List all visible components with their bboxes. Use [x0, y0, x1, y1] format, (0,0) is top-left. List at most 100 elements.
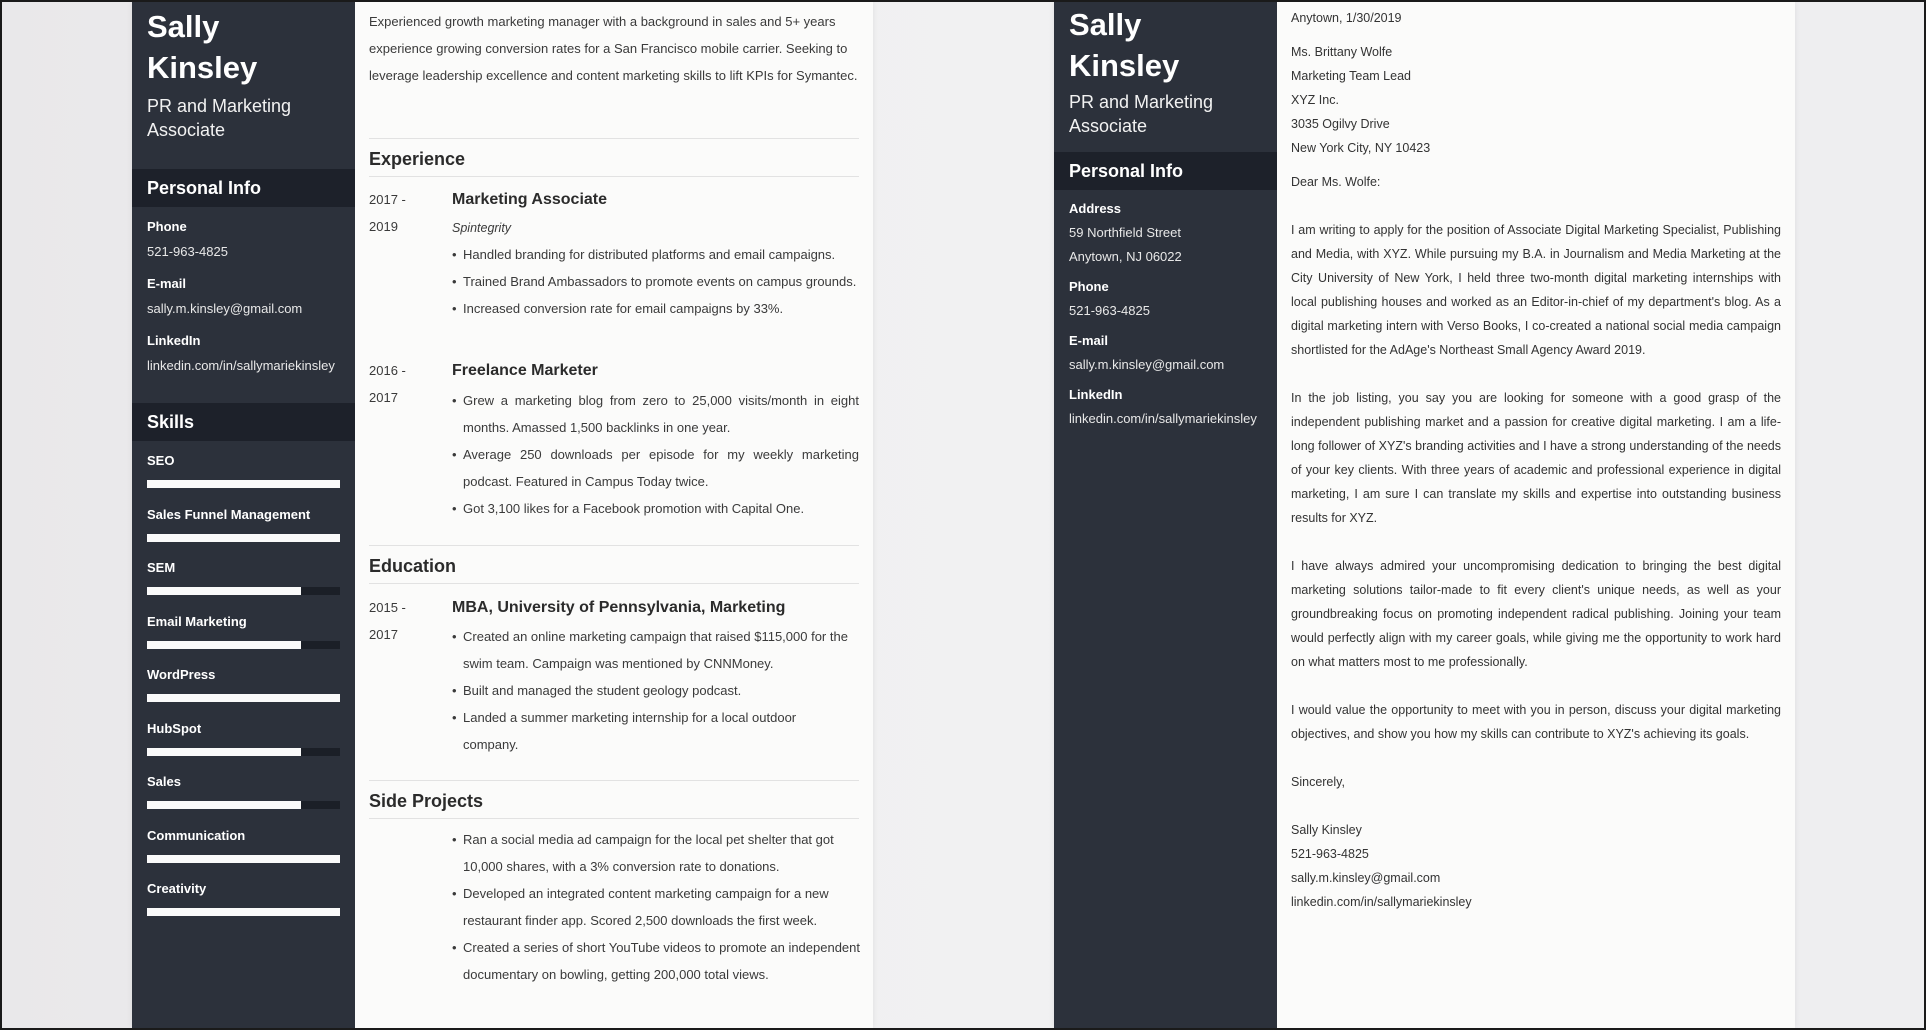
cover-letter-body: Anytown, 1/30/2019 Ms. Brittany Wolfe Ma…: [1277, 2, 1795, 1028]
skill-label: SEO: [147, 453, 175, 468]
skill-level-bar: [147, 640, 340, 649]
skill-level-fill: [147, 854, 340, 863]
section-divider: [369, 818, 859, 819]
bullet-item: Ran a social media ad campaign for the l…: [452, 826, 862, 880]
skill-level-fill: [147, 587, 302, 595]
skill-label: Creativity: [147, 881, 207, 896]
bullet-item: Trained Brand Ambassadors to promote eve…: [452, 268, 859, 295]
recipient-line: Marketing Team Lead: [1291, 69, 1411, 83]
skill-level-bar: [147, 801, 340, 809]
skill-level-fill: [147, 801, 302, 809]
job-title-line: Associate: [1069, 116, 1148, 136]
linkedin-value: linkedin.com/in/sallymariekinsley: [147, 358, 335, 373]
linkedin-label: LinkedIn: [1069, 387, 1123, 402]
skill-label: WordPress: [147, 667, 216, 682]
experience-heading: Experience: [369, 149, 466, 169]
skill-level-fill: [147, 480, 340, 488]
company-name: Spintegrity: [452, 221, 512, 235]
section-divider: [369, 176, 859, 177]
resume-name: Sally Kinsley: [147, 6, 257, 88]
job-title: Marketing Associate: [452, 191, 608, 208]
last-name: Kinsley: [1069, 48, 1180, 83]
phone-label: Phone: [1069, 279, 1109, 294]
signature-line: linkedin.com/in/sallymariekinsley: [1291, 895, 1472, 909]
recipient-line: New York City, NY 10423: [1291, 141, 1431, 155]
letter-text: Anytown, 1/30/2019 Ms. Brittany Wolfe Ma…: [1291, 6, 1781, 914]
job-bullets: Grew a marketing blog from zero to 25,00…: [452, 387, 859, 522]
years-end: 2017: [369, 390, 398, 405]
skill-level-bar: [147, 533, 340, 542]
skill-label: Communication: [147, 827, 246, 843]
skill-level-fill: [147, 908, 340, 916]
resume-main: Experienced growth marketing manager wit…: [355, 2, 873, 1028]
job-title-line: PR and Marketing: [147, 96, 292, 116]
resume-sidebar: Sally Kinsley PR and Marketing Associate…: [132, 2, 355, 1028]
resume-page: Sally Kinsley PR and Marketing Associate…: [132, 2, 873, 1028]
address-label: Address: [1069, 201, 1122, 216]
linkedin-label: LinkedIn: [147, 333, 201, 348]
letter-paragraph: I am writing to apply for the position o…: [1291, 223, 1781, 357]
section-divider: [369, 545, 859, 546]
first-name: Sally: [147, 9, 220, 44]
resume-job-title: PR and Marketing Associate: [147, 94, 291, 142]
place-date: Anytown, 1/30/2019: [1291, 11, 1402, 25]
email-value: sally.m.kinsley@gmail.com: [147, 301, 303, 316]
letter-paragraph: I would value the opportunity to meet wi…: [1291, 703, 1781, 741]
bullet-item: Handled branding for distributed platfor…: [452, 241, 859, 268]
phone-label: Phone: [147, 219, 187, 234]
signature-line: sally.m.kinsley@gmail.com: [1291, 871, 1441, 885]
years-start: 2017 -: [369, 192, 406, 207]
side-project-bullets: Ran a social media ad campaign for the l…: [452, 826, 862, 988]
address-line: Anytown, NJ 06022: [1069, 249, 1182, 264]
email-value: sally.m.kinsley@gmail.com: [1069, 357, 1225, 372]
letter-paragraph: In the job listing, you say you are look…: [1291, 391, 1781, 525]
signature-line: 521-963-4825: [1291, 847, 1369, 861]
bullet-item: Created a series of short YouTube videos…: [452, 934, 862, 988]
section-divider: [369, 138, 859, 139]
bullet-item: Built and managed the student geology po…: [452, 677, 852, 704]
skill-label: Sales: [147, 774, 181, 789]
education-years: 2015 - 2017: [369, 594, 429, 648]
skill-level-fill: [147, 640, 302, 649]
bullet-item: Got 3,100 likes for a Facebook promotion…: [452, 495, 859, 522]
years-end: 2017: [369, 627, 398, 642]
side-projects-heading: Side Projects: [369, 791, 484, 811]
job-title-line: PR and Marketing: [1069, 92, 1214, 112]
skill-level-bar: [147, 747, 340, 756]
skill-level-fill: [147, 747, 302, 756]
bullet-item: Created an online marketing campaign tha…: [452, 623, 852, 677]
experience-years: 2016 - 2017: [369, 357, 429, 411]
cover-letter-sidebar: Sally Kinsley PR and Marketing Associate…: [1054, 2, 1277, 1028]
bullet-item: Landed a summer marketing internship for…: [452, 704, 852, 758]
first-name: Sally: [1069, 7, 1142, 42]
recipient-line: Ms. Brittany Wolfe: [1291, 45, 1393, 59]
bullet-item: Average 250 downloads per episode for my…: [452, 441, 859, 495]
bullet-item: Developed an integrated content marketin…: [452, 880, 862, 934]
years-end: 2019: [369, 219, 398, 234]
experience-years: 2017 - 2019: [369, 186, 429, 240]
email-label: E-mail: [1069, 333, 1109, 348]
skill-level-fill: [147, 533, 340, 542]
job-bullets: Handled branding for distributed platfor…: [452, 241, 859, 322]
skill-level-bar: [147, 480, 340, 488]
skill-level-bar: [147, 908, 340, 916]
skill-level-bar: [147, 854, 340, 863]
address-line: 59 Northfield Street: [1069, 225, 1182, 240]
skill-label: Email Marketing: [147, 613, 247, 629]
email-label: E-mail: [147, 276, 187, 291]
degree-title: MBA, University of Pennsylvania, Marketi…: [452, 599, 786, 616]
skill-label: Sales Funnel Management: [147, 506, 311, 522]
skill-label: SEM: [147, 560, 176, 575]
job-title-line: Associate: [147, 120, 226, 140]
phone-value: 521-963-4825: [147, 244, 228, 259]
skill-level-fill: [147, 694, 340, 702]
cover-letter-job-title: PR and Marketing Associate: [1069, 90, 1213, 138]
closing: Sincerely,: [1291, 775, 1345, 789]
skills-heading: Skills: [132, 403, 355, 441]
education-heading: Education: [369, 556, 457, 576]
skill-level-bar: [147, 694, 340, 702]
skill-label: HubSpot: [147, 720, 202, 736]
section-divider: [369, 583, 859, 584]
cover-letter-page: Sally Kinsley PR and Marketing Associate…: [1054, 2, 1795, 1028]
job-title: Freelance Marketer: [452, 362, 598, 379]
